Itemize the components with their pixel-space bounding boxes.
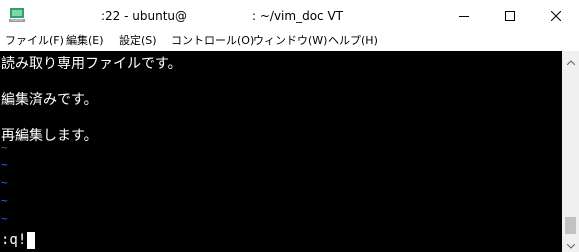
window-title-host: :22 - ubuntu@ bbox=[101, 9, 188, 23]
terminal-line: 読み取り専用ファイルです。 bbox=[1, 56, 182, 72]
chevron-up-icon bbox=[566, 50, 575, 69]
scrollbar-thumb[interactable] bbox=[565, 217, 576, 234]
minimize-icon bbox=[459, 6, 469, 25]
scroll-down-button[interactable] bbox=[562, 235, 579, 252]
maximize-icon bbox=[505, 6, 515, 25]
teraterm-window: :22 - ubuntu@ : ~/vim_doc VT ファイル(F) 編集(… bbox=[0, 0, 579, 252]
maximize-button[interactable] bbox=[487, 0, 533, 31]
vertical-scrollbar[interactable] bbox=[562, 51, 579, 252]
empty-line-marker: ~ bbox=[1, 176, 8, 189]
menu-file[interactable]: ファイル(F) bbox=[5, 33, 64, 49]
vim-command-line[interactable]: :q! bbox=[1, 231, 36, 249]
empty-line-marker: ~ bbox=[1, 141, 8, 154]
menu-window[interactable]: ウィンドウ(W) bbox=[253, 33, 327, 49]
empty-line-marker: ~ bbox=[1, 194, 8, 207]
title-bar[interactable]: :22 - ubuntu@ : ~/vim_doc VT bbox=[0, 0, 579, 31]
empty-line-marker: ~ bbox=[1, 158, 8, 171]
empty-line-marker: ~ bbox=[1, 212, 8, 225]
minimize-button[interactable] bbox=[441, 0, 487, 31]
scroll-up-button[interactable] bbox=[562, 51, 579, 68]
menu-help[interactable]: ヘルプ(H) bbox=[328, 33, 378, 49]
terminal-app-icon[interactable] bbox=[9, 8, 25, 23]
text-cursor bbox=[27, 231, 36, 249]
menu-setup[interactable]: 設定(S) bbox=[119, 33, 157, 49]
terminal-screen[interactable]: 読み取り専用ファイルです。 編集済みです。 再編集します。 ~ ~ ~ ~ ~ … bbox=[0, 51, 562, 252]
window-title-path: : ~/vim_doc VT bbox=[252, 9, 343, 23]
command-text: :q! bbox=[1, 232, 27, 248]
close-icon bbox=[550, 6, 562, 25]
menu-control[interactable]: コントロール(O) bbox=[171, 33, 254, 49]
terminal-line: 再編集します。 bbox=[1, 128, 98, 144]
menu-bar: ファイル(F) 編集(E) 設定(S) コントロール(O) ウィンドウ(W) ヘ… bbox=[0, 31, 579, 51]
close-button[interactable] bbox=[533, 0, 579, 31]
terminal-line: 編集済みです。 bbox=[1, 92, 98, 108]
chevron-down-icon bbox=[566, 234, 575, 252]
menu-edit[interactable]: 編集(E) bbox=[66, 33, 104, 49]
